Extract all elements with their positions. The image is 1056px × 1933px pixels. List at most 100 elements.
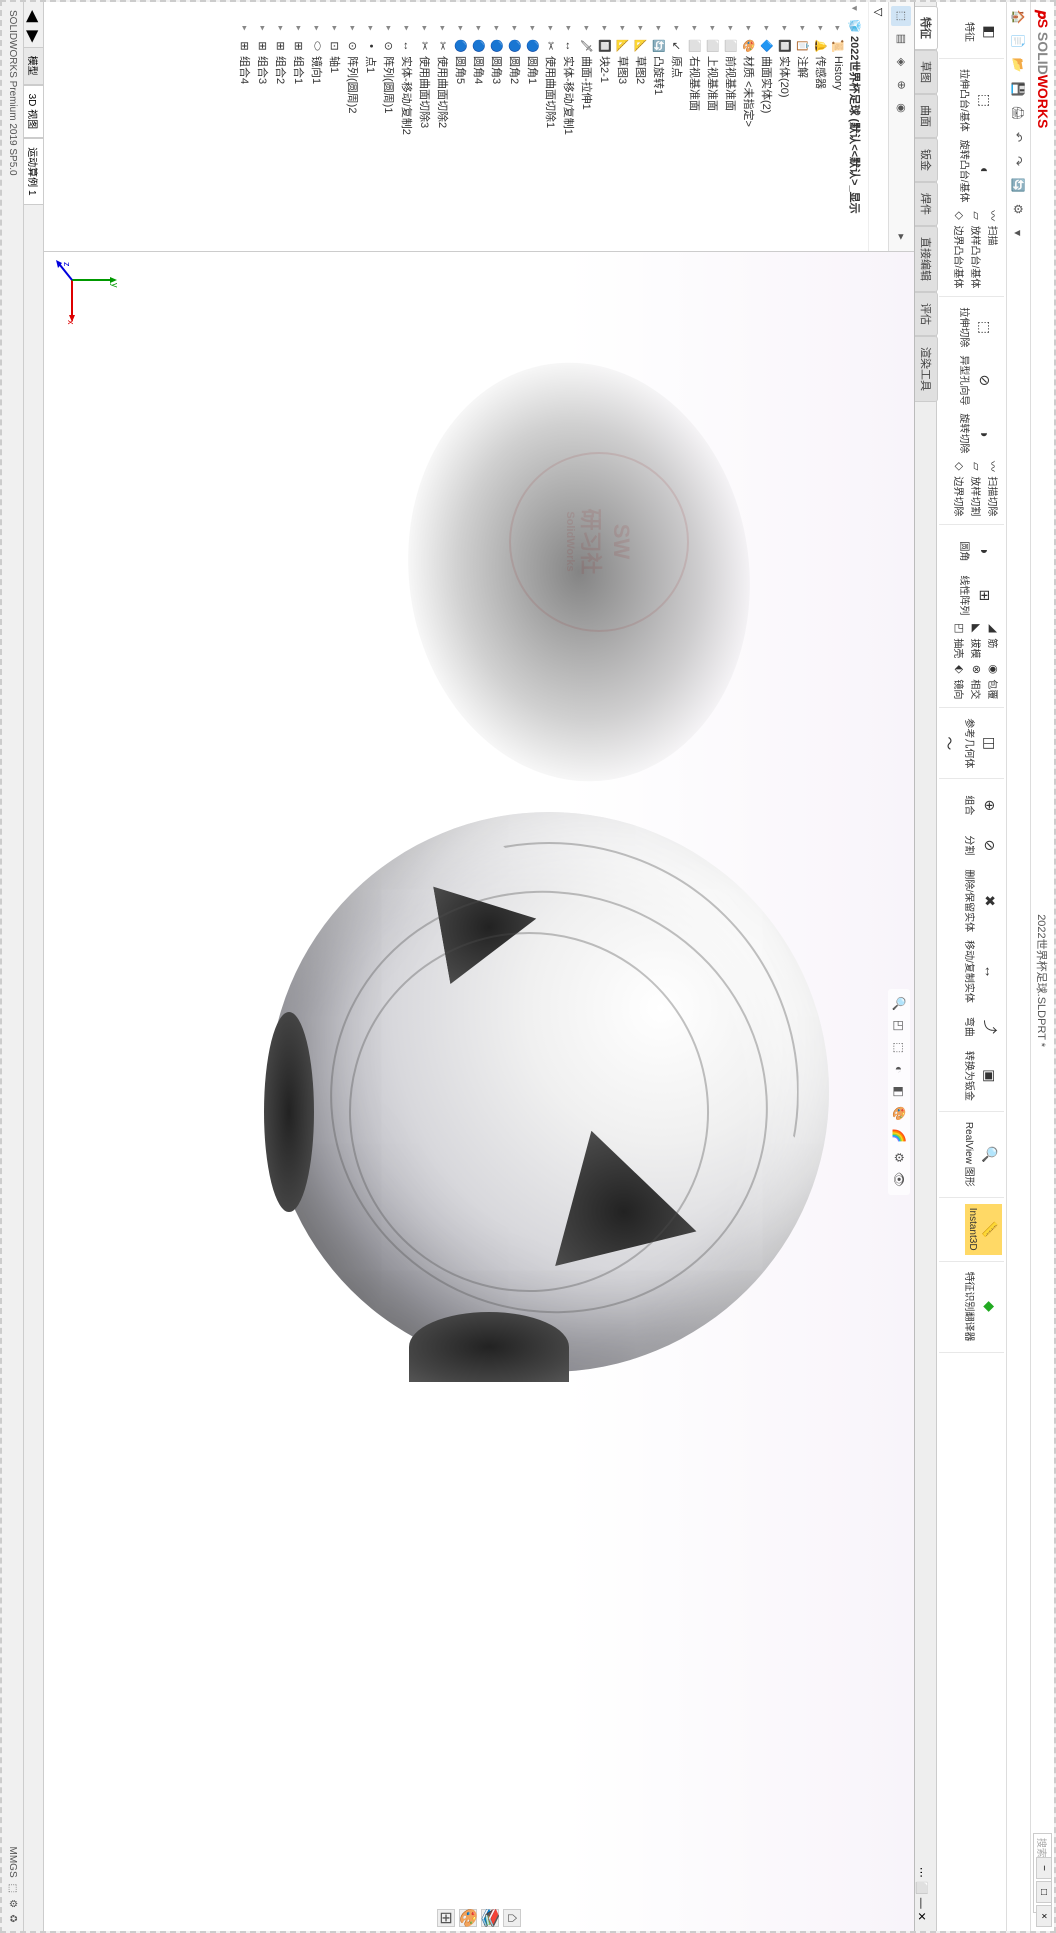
expand-icon[interactable]: ▸ [312, 26, 323, 36]
status-recycle-icon[interactable]: ♻ [7, 1914, 18, 1923]
loft-button[interactable]: ▱放样凸台/基体 [968, 207, 985, 291]
tree-tab-display-icon[interactable]: ◉ [892, 98, 912, 118]
tree-item[interactable]: ▸⬜右视基准面 [686, 4, 704, 249]
tree-tab-appearance-icon[interactable]: ⊕ [892, 75, 912, 95]
expand-icon[interactable]: ▸ [438, 26, 449, 36]
prev-tab-icon[interactable]: ◀ [24, 6, 44, 26]
home-icon[interactable]: 🏠 [1010, 8, 1028, 26]
tree-item[interactable]: ▸🔵圆角2 [506, 4, 524, 249]
tree-item[interactable]: ▸🔷曲面实体(2) [758, 4, 776, 249]
tree-item[interactable]: ▸⊙阵列(圆周)2 [344, 4, 362, 249]
status-icon-1[interactable]: ⬚ [7, 1884, 18, 1893]
expand-icon[interactable]: ▸ [672, 26, 683, 36]
bottom-tab-model[interactable]: 模型 [23, 47, 44, 85]
tree-item[interactable]: ▸⊙阵列(圆周)1 [380, 4, 398, 249]
undo-icon[interactable]: ↶ [1010, 128, 1028, 146]
tree-item[interactable]: ▸↙原点 [668, 4, 686, 249]
expand-icon[interactable]: ▸ [780, 26, 791, 36]
custom-tab-icon[interactable]: ⊞ [437, 1909, 455, 1927]
tree-item[interactable]: ▸⬭镜向1 [308, 4, 326, 249]
redo-icon[interactable]: ↷ [1010, 152, 1028, 170]
expand-icon[interactable]: ▸ [762, 26, 773, 36]
print-icon[interactable]: 🖨 [1010, 104, 1028, 122]
tree-tab-property-icon[interactable]: ◈ [892, 52, 912, 72]
linear-pattern-button[interactable]: ⊞线性阵列 [951, 571, 1002, 619]
view-orientation-icon[interactable]: ⬚ [890, 1039, 908, 1057]
dropdown-icon[interactable]: ▾ [1010, 224, 1028, 242]
tree-item[interactable]: ▸🔵圆角1 [524, 4, 542, 249]
expand-icon[interactable]: ▸ [618, 26, 629, 36]
expand-icon[interactable]: ▸ [690, 26, 701, 36]
tab-feature[interactable]: 特征 [915, 6, 938, 50]
tree-item[interactable]: ▸🔲实体(20) [776, 4, 794, 249]
expand-icon[interactable]: ▸ [402, 26, 413, 36]
sweep-cut-button[interactable]: 〰扫描切除 [985, 457, 1002, 518]
expand-icon[interactable]: ▸ [330, 26, 341, 36]
tree-item[interactable]: ▸🎨材质 <未指定> [740, 4, 758, 249]
tree-item[interactable]: ▸📜History [830, 4, 846, 249]
expand-icon[interactable]: ▸ [564, 26, 575, 36]
apply-scene-icon[interactable]: 🌈 [890, 1127, 908, 1145]
tree-tab-more-icon[interactable]: ▸ [892, 227, 912, 247]
rib-button[interactable]: ◢筋 [985, 619, 1002, 660]
tab-direct-edit[interactable]: 直接编辑 [915, 226, 938, 292]
expand-icon[interactable]: ▸ [348, 26, 359, 36]
expand-icon[interactable]: ▸ [654, 26, 665, 36]
tree-item[interactable]: ▸📐草图3 [614, 4, 632, 249]
expand-icon[interactable]: ▸ [384, 26, 395, 36]
expand-icon[interactable]: ▸ [744, 26, 755, 36]
feature-recognize-button[interactable]: ◆特征识别翻译器 [961, 1268, 1002, 1346]
tree-item[interactable]: ▸📐草图2 [632, 4, 650, 249]
tree-item[interactable]: ▸⬜前视基准面 [722, 4, 740, 249]
tab-sketch[interactable]: 草图 [915, 50, 938, 94]
tree-item[interactable]: ▸⊡轴1 [326, 4, 344, 249]
expand-icon[interactable]: ▸ [294, 26, 305, 36]
sweep-button[interactable]: 〰扫描 [985, 207, 1002, 291]
collapse-icon[interactable]: ▾ [850, 6, 861, 16]
expand-icon[interactable]: ▸ [708, 26, 719, 36]
revolve-boss-button[interactable]: ◐旋转凸台/基体 [951, 136, 1002, 207]
expand-icon[interactable]: ▸ [276, 26, 287, 36]
tab-render[interactable]: 渲染工具 [915, 336, 938, 402]
section-view-icon[interactable]: ◧ [890, 1083, 908, 1101]
intersect-button[interactable]: ⊗相交 [968, 660, 985, 701]
display-style-icon[interactable]: ◐ [890, 1061, 908, 1079]
draft-button[interactable]: ◣拔模 [968, 619, 985, 660]
expand-icon[interactable]: ▸ [798, 26, 809, 36]
open-icon[interactable]: 📂 [1010, 56, 1028, 74]
bottom-tab-3dview[interactable]: 3D 视图 [23, 85, 44, 139]
tree-item[interactable]: ▸✂使用曲面切除1 [542, 4, 560, 249]
tree-item[interactable]: ▸🔵圆角4 [470, 4, 488, 249]
realview-button[interactable]: 🔍RealView 图形 [961, 1118, 1002, 1191]
feature-tree[interactable]: ▾ 🧊 2022世界杯足球 (默认<<默认>_显示 ▸📜History▸🔔传感器… [44, 2, 868, 251]
tab-evaluate[interactable]: 评估 [915, 292, 938, 336]
tree-item[interactable]: ▸✂使用曲面切除2 [434, 4, 452, 249]
units-label[interactable]: MMGS [7, 1847, 18, 1878]
tab-surface[interactable]: 曲面 [915, 94, 938, 138]
save-icon[interactable]: 💾 [1010, 80, 1028, 98]
bend-button[interactable]: ⤴弯曲 [961, 1007, 1002, 1047]
resources-tab-icon[interactable]: ⌂ [503, 1909, 521, 1927]
expand-icon[interactable]: ▸ [833, 26, 844, 36]
split-button[interactable]: ⊘分割 [961, 825, 1002, 865]
tree-root[interactable]: ▾ 🧊 2022世界杯足球 (默认<<默认>_显示 [846, 4, 864, 249]
expand-icon[interactable]: ▸ [474, 26, 485, 36]
tree-item[interactable]: ▸⊞组合1 [290, 4, 308, 249]
delete-keep-button[interactable]: ✖删除/保留实体 [961, 865, 1002, 936]
tree-item[interactable]: ▸🔲块2-1 [596, 4, 614, 249]
extrude-cut-button[interactable]: ⬚拉伸切除 [951, 303, 1002, 351]
tree-item[interactable]: ▸🔔传感器 [812, 4, 830, 249]
maximize-button[interactable]: □ [1036, 1881, 1052, 1903]
tree-item[interactable]: ▸🗡曲面-拉伸1 [578, 4, 596, 249]
scene-icon[interactable]: 🎨 [890, 1105, 908, 1123]
expand-icon[interactable]: ▸ [510, 26, 521, 36]
tree-item[interactable]: ▸⊞组合3 [254, 4, 272, 249]
tree-item[interactable]: ▸⬜上视基准面 [704, 4, 722, 249]
expand-icon[interactable]: ▸ [546, 26, 557, 36]
next-tab-icon[interactable]: ▶ [24, 26, 44, 46]
expand-icon[interactable]: ▸ [420, 26, 431, 36]
zoom-fit-icon[interactable]: 🔍 [890, 995, 908, 1013]
move-copy-button[interactable]: ↔移动/复制实体 [961, 936, 1002, 1007]
extrude-boss-button[interactable]: ⬚拉伸凸台/基体 [951, 65, 1002, 136]
expand-icon[interactable]: ▸ [456, 26, 467, 36]
